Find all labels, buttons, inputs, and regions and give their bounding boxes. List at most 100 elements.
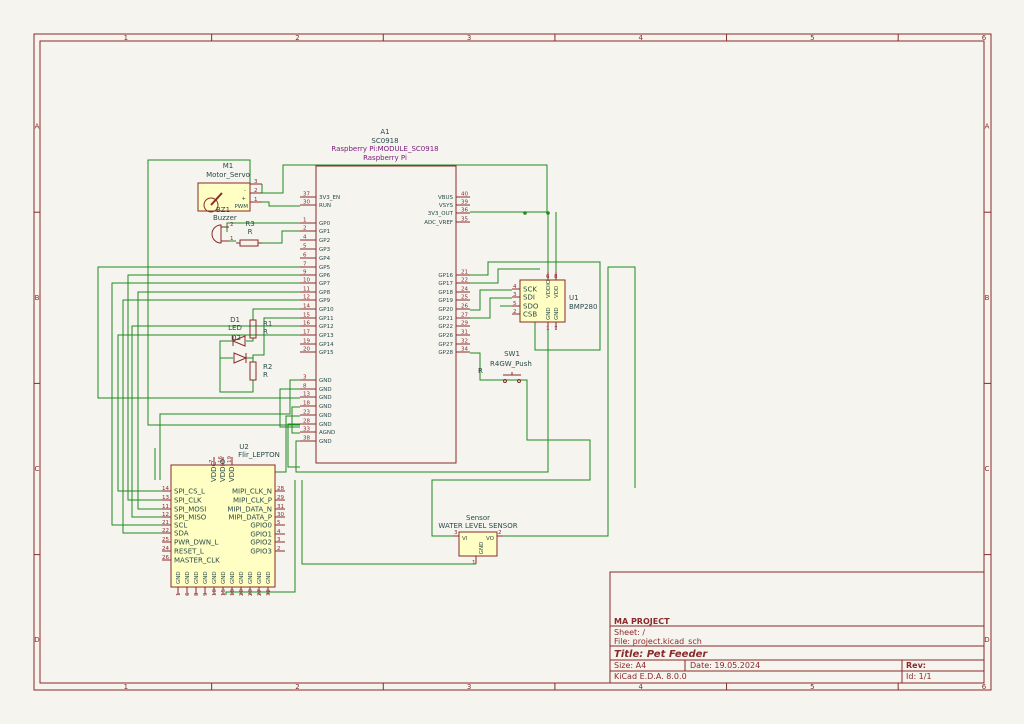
pi-pin-number: 8 xyxy=(303,384,307,390)
lepton-pin-label: GND xyxy=(221,571,227,584)
u2-ref: U2 xyxy=(239,443,249,451)
pi-pin-label: GP9 xyxy=(319,298,331,304)
frame-col-label-top: 4 xyxy=(638,34,643,42)
lepton-pin-label: SPI_CLK xyxy=(174,497,202,505)
frame-row-label-left: D xyxy=(34,636,39,644)
lepton-pin-number: 31 xyxy=(277,504,284,510)
bmp280-sensor[interactable]: U1 BMP280 4 SCK 3 SDI 5 SDO 2 CSB 6VDDIO8 VDD 1 GND… xyxy=(512,272,597,332)
servo-motor[interactable]: M1 Motor_Servo + - PWM 3 2 1 xyxy=(197,162,262,213)
pi-pin-label: GP20 xyxy=(438,307,453,313)
lepton-pin-label: VDD xyxy=(228,466,236,482)
r1-ref: R1 xyxy=(263,320,272,328)
frame-row-label-left: C xyxy=(35,465,40,473)
servo-pin-3: 3 xyxy=(254,179,258,185)
lepton-pin-number: 21 xyxy=(162,520,169,526)
frame-row-label-right: D xyxy=(984,636,989,644)
lepton-pin-label: GPIO1 xyxy=(250,531,272,539)
lepton-pin-number: 25 xyxy=(162,537,169,543)
bmp-pin-number: 4 xyxy=(513,284,517,290)
lepton-pin-number: 11 xyxy=(162,504,169,510)
lepton-pin-number: 32 xyxy=(266,589,272,596)
pi-pin-number: 13 xyxy=(303,392,310,398)
bmp-pin-label: GND xyxy=(554,307,560,320)
pi-pin-number: 9 xyxy=(303,270,307,276)
pi-pin-number: 22 xyxy=(461,278,468,284)
tb-size: Size: A4 xyxy=(614,661,646,670)
water-level-sensor[interactable]: Sensor WATER LEVEL SENSOR VI VO GND 3 2 … xyxy=(438,514,517,566)
bmp-pin-label: GND xyxy=(546,307,552,320)
lepton-pin-number: 23 xyxy=(248,589,254,596)
tb-id: Id: 1/1 xyxy=(906,672,932,681)
lepton-pin-label: GPIO2 xyxy=(250,539,272,547)
frame-col-label-bottom: 1 xyxy=(124,683,128,691)
bz1-value: Buzzer xyxy=(213,214,237,222)
pi-pin-label: GP21 xyxy=(438,316,453,322)
r2-value: R xyxy=(263,371,268,379)
pi-pin-number: 29 xyxy=(461,321,468,327)
resistor-r2[interactable]: R2 R xyxy=(249,361,272,381)
lepton-pin-label: MIPI_DATA_N xyxy=(227,506,272,514)
buzzer[interactable]: BZ1 Buzzer 2 1 xyxy=(211,206,237,244)
servo-pin-2: 2 xyxy=(254,188,258,194)
frame-col-label-bottom: 3 xyxy=(467,683,471,691)
resistor-r3[interactable]: R3 R xyxy=(236,220,262,247)
pi-pin-label: GND xyxy=(319,395,332,401)
frame-row-label-left: B xyxy=(35,294,40,302)
pi-pin-number: 37 xyxy=(303,192,310,198)
bz1-ref: BZ1 xyxy=(216,206,230,214)
pi-pin-label: RUN xyxy=(319,203,331,209)
led-icon xyxy=(233,352,248,364)
push-button-sw1[interactable]: SW1 R4GW_Push R xyxy=(478,350,532,383)
pi-pin-label: GP22 xyxy=(438,324,453,330)
d2-ref: D2 xyxy=(231,334,241,342)
tb-company: MA PROJECT xyxy=(614,617,670,626)
tb-tool: KiCad E.D.A. 8.0.0 xyxy=(614,672,687,681)
lepton-pin-number: 6 xyxy=(185,592,191,596)
pi-pin-label: GP19 xyxy=(438,298,453,304)
pi-pin-label: GP28 xyxy=(438,350,453,356)
pi-pin-label: GND xyxy=(319,439,332,445)
pi-pin-number: 19 xyxy=(303,339,310,345)
lepton-pin-label: GND xyxy=(239,571,245,584)
pi-pin-label: GND xyxy=(319,378,332,384)
pi-pin-label: GP27 xyxy=(438,342,453,348)
pi-pin-label: GND xyxy=(319,422,332,428)
pi-pin-number: 21 xyxy=(461,270,468,276)
u2-value: Flir_LEPTON xyxy=(238,451,280,459)
pi-pin-number: 20 xyxy=(303,347,310,353)
pi-pin-number: 1 xyxy=(303,218,307,224)
sensor-value: WATER LEVEL SENSOR xyxy=(438,522,517,530)
pi-pin-number: 12 xyxy=(303,295,310,301)
bmp-pin-label: VDDIO xyxy=(546,279,552,298)
pi-pin-label: AGND xyxy=(319,430,335,436)
lepton-pin-label: GND xyxy=(203,571,209,584)
lepton-pin-label: GND xyxy=(266,571,272,584)
m1-value: Motor_Servo xyxy=(206,171,250,179)
lepton-pin-label: SDA xyxy=(174,530,189,538)
bmp-pin-number: 6 xyxy=(546,274,550,280)
pi-pin-number: 4 xyxy=(303,235,307,241)
raspberry-pi-module[interactable]: A1 SC0918 Raspberry Pi:MODULE_SC0918 Ras… xyxy=(300,128,470,464)
pi-pin-number: 18 xyxy=(303,401,310,407)
pi-pin-number: 31 xyxy=(461,330,468,336)
u1-ref: U1 xyxy=(569,294,579,302)
bmp-pin-number: 7 xyxy=(554,326,558,332)
pi-pin-label: GND xyxy=(319,404,332,410)
lepton-pin-number: 26 xyxy=(162,555,169,561)
pi-pin-label: ADC_VREF xyxy=(424,220,453,226)
pi-pin-label: GP11 xyxy=(319,316,334,322)
r3-ref: R3 xyxy=(245,220,254,228)
m1-minus: - xyxy=(244,188,246,194)
sensor-pin-1: 1 xyxy=(472,560,476,566)
lepton-pin-label: MASTER_CLK xyxy=(174,557,220,565)
pi-pin-label: VSYS xyxy=(439,203,454,209)
flir-lepton-camera[interactable]: U2 Flir_LEPTON 14 SPI_CS_L13 SPI_CLK11 SPI_… xyxy=(162,443,285,596)
sensor-pin-vo: VO xyxy=(486,536,495,542)
frame-col-label-top: 2 xyxy=(295,34,299,42)
bmp-pin-number: 1 xyxy=(546,326,550,332)
pi-pin-label: GP5 xyxy=(319,265,331,271)
frame-col-label-bottom: 4 xyxy=(638,683,643,691)
pi-pin-label: GP6 xyxy=(319,273,331,279)
led-d2[interactable]: D2 xyxy=(231,334,248,364)
pi-pin-label: GP0 xyxy=(319,221,331,227)
